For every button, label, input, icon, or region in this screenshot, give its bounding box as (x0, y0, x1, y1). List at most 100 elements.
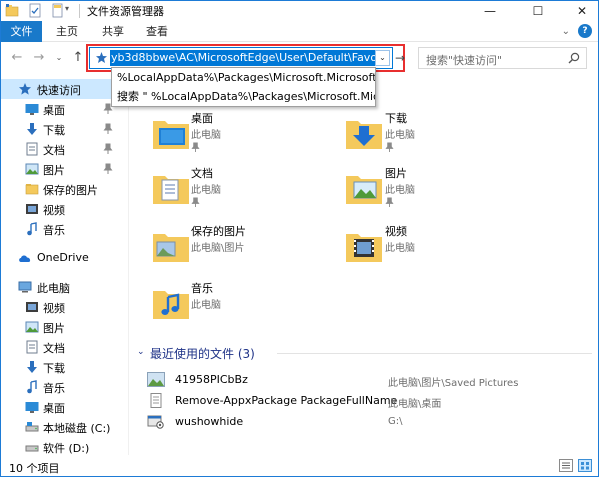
autocomplete-item[interactable]: %LocalAppData%\Packages\Microsoft.Micros… (112, 68, 375, 87)
pin-icon (191, 142, 200, 152)
sidebar-item-label: 此电脑 (37, 282, 70, 295)
sidebar-item-downloads[interactable]: 下载 (1, 119, 119, 139)
saved-pictures-folder-icon (153, 234, 189, 262)
desktop-icon (25, 402, 39, 413)
title-separator (79, 4, 80, 18)
ribbon-controls: ⌄ ? (562, 24, 592, 38)
folder-tile-downloads[interactable]: 下载 此电脑 (344, 109, 534, 159)
content-area: 桌面 此电脑 下载 此电脑 文档 此电脑 图片 此电脑 保存的图片 此电脑\图片… (129, 79, 598, 455)
search-placeholder: 搜索"快速访问" (426, 54, 503, 67)
folder-name: 下载 (385, 112, 407, 125)
sidebar-item-pc-desktop[interactable]: 桌面 (1, 397, 119, 417)
explorer-window: ▾ 文件资源管理器 — ☐ ✕ 文件 主页 共享 查看 ⌄ ? ← → ⌄ ↑ … (0, 0, 599, 477)
recent-files-header[interactable]: ⌄ 最近使用的文件 (3) (137, 344, 592, 362)
autocomplete-search-item[interactable]: 搜索 " %LocalAppData%\Packages\Microsoft.M… (112, 87, 375, 106)
sidebar-item-label: 文档 (43, 144, 65, 157)
pin-icon (385, 142, 394, 152)
window-title: 文件资源管理器 (87, 5, 164, 18)
sidebar-item-pictures[interactable]: 图片 (1, 159, 119, 179)
video-icon (26, 204, 38, 214)
sidebar-item-label: 快速访问 (37, 84, 81, 97)
back-button[interactable]: ← (9, 49, 25, 67)
recent-file-row[interactable]: 41958PICbBz 此电脑\图片\Saved Pictures (145, 370, 590, 390)
sidebar-item-pc-videos[interactable]: 视频 (1, 297, 119, 317)
document-icon (26, 142, 38, 156)
folder-tile-videos[interactable]: 视频 此电脑 (344, 222, 534, 272)
recent-file-row[interactable]: wushowhide G:\ (145, 412, 590, 432)
tab-home[interactable]: 主页 (49, 21, 85, 42)
folder-name: 保存的图片 (191, 225, 246, 238)
forward-button[interactable]: → (31, 49, 47, 67)
sidebar-item-label: 文档 (43, 342, 65, 355)
large-icons-view-icon[interactable] (578, 459, 592, 472)
sidebar-item-label: OneDrive (37, 251, 89, 264)
ribbon-tabs: 文件 主页 共享 查看 ⌄ ? (1, 21, 598, 42)
folder-tile-music[interactable]: 音乐 此电脑 (151, 279, 341, 329)
folder-icon (25, 184, 39, 195)
folder-name: 图片 (385, 167, 407, 180)
sidebar-item-pc-music[interactable]: 音乐 (1, 377, 119, 397)
desktop-folder-icon (153, 121, 189, 149)
maximize-button[interactable]: ☐ (515, 1, 561, 21)
new-folder-icon[interactable] (52, 3, 63, 18)
sidebar-item-videos[interactable]: 视频 (1, 199, 119, 219)
drive-c-icon (25, 422, 39, 432)
tab-share[interactable]: 共享 (95, 21, 131, 42)
sidebar-item-music[interactable]: 音乐 (1, 219, 119, 239)
file-name: wushowhide (175, 415, 244, 428)
sidebar-item-label: 本地磁盘 (C:) (43, 422, 111, 435)
document-icon (26, 340, 38, 354)
drive-d-icon (25, 445, 39, 452)
sidebar-item-quick-access[interactable]: 快速访问 (1, 79, 119, 99)
download-icon (27, 123, 37, 135)
sidebar-item-onedrive[interactable]: OneDrive (1, 248, 119, 268)
sidebar-item-pc-downloads[interactable]: 下载 (1, 357, 119, 377)
minimize-button[interactable]: — (467, 1, 513, 21)
folder-location: 此电脑 (191, 300, 221, 311)
file-path: 此电脑\桌面 (388, 399, 442, 410)
sidebar-item-this-pc[interactable]: 此电脑 (1, 277, 119, 297)
details-view-icon[interactable] (559, 459, 573, 472)
address-autocomplete: %LocalAppData%\Packages\Microsoft.Micros… (111, 67, 376, 107)
folder-location: 此电脑 (385, 243, 415, 254)
properties-icon[interactable] (29, 3, 41, 18)
folder-tile-desktop[interactable]: 桌面 此电脑 (151, 109, 341, 159)
sidebar-item-documents[interactable]: 文档 (1, 139, 119, 159)
folder-tile-documents[interactable]: 文档 此电脑 (151, 164, 341, 214)
sidebar-item-label: 桌面 (43, 402, 65, 415)
sidebar-item-label: 下载 (43, 124, 65, 137)
close-button[interactable]: ✕ (559, 1, 599, 21)
sidebar-item-desktop[interactable]: 桌面 (1, 99, 119, 119)
sidebar-item-drive-d[interactable]: 软件 (D:) (1, 437, 119, 455)
folder-icon[interactable] (5, 3, 19, 18)
music-folder-icon (153, 291, 189, 319)
sidebar-item-drive-c[interactable]: 本地磁盘 (C:) (1, 417, 119, 437)
folder-tile-pictures[interactable]: 图片 此电脑 (344, 164, 534, 214)
chevron-down-icon[interactable]: ⌄ (562, 26, 570, 37)
folder-tile-saved-pictures[interactable]: 保存的图片 此电脑\图片 (151, 222, 341, 272)
sidebar-item-pc-documents[interactable]: 文档 (1, 337, 119, 357)
recent-locations-button[interactable]: ⌄ (51, 49, 67, 67)
navigation-pane: 快速访问 桌面 下载 文档 图片 保存的图片 视频 音乐 OneDrive 此电… (1, 79, 119, 455)
video-icon (26, 302, 38, 312)
status-bar: 10 个项目 (1, 456, 598, 476)
recent-file-row[interactable]: Remove-AppxPackage PackageFullName 此电脑\桌… (145, 391, 590, 411)
up-button[interactable]: ↑ (70, 49, 86, 67)
tab-file[interactable]: 文件 (1, 21, 42, 42)
tab-view[interactable]: 查看 (139, 21, 175, 42)
sidebar-item-label: 保存的图片 (43, 184, 98, 197)
help-icon[interactable]: ? (578, 24, 592, 38)
chevron-down-icon[interactable]: ⌄ (137, 347, 145, 357)
sidebar-item-saved-pictures[interactable]: 保存的图片 (1, 179, 119, 199)
quick-access-toolbar-chevron-icon[interactable]: ▾ (65, 4, 69, 19)
pictures-folder-icon (346, 176, 382, 204)
section-title: 最近使用的文件 (3) (150, 347, 255, 361)
pin-icon (191, 197, 200, 207)
search-input[interactable]: 搜索"快速访问" (418, 47, 587, 69)
music-icon (27, 222, 37, 236)
go-button[interactable]: → (393, 49, 407, 67)
sidebar-item-pc-pictures[interactable]: 图片 (1, 317, 119, 337)
pin-icon (103, 123, 113, 134)
pictures-icon (25, 163, 39, 175)
text-file-icon (150, 393, 162, 408)
